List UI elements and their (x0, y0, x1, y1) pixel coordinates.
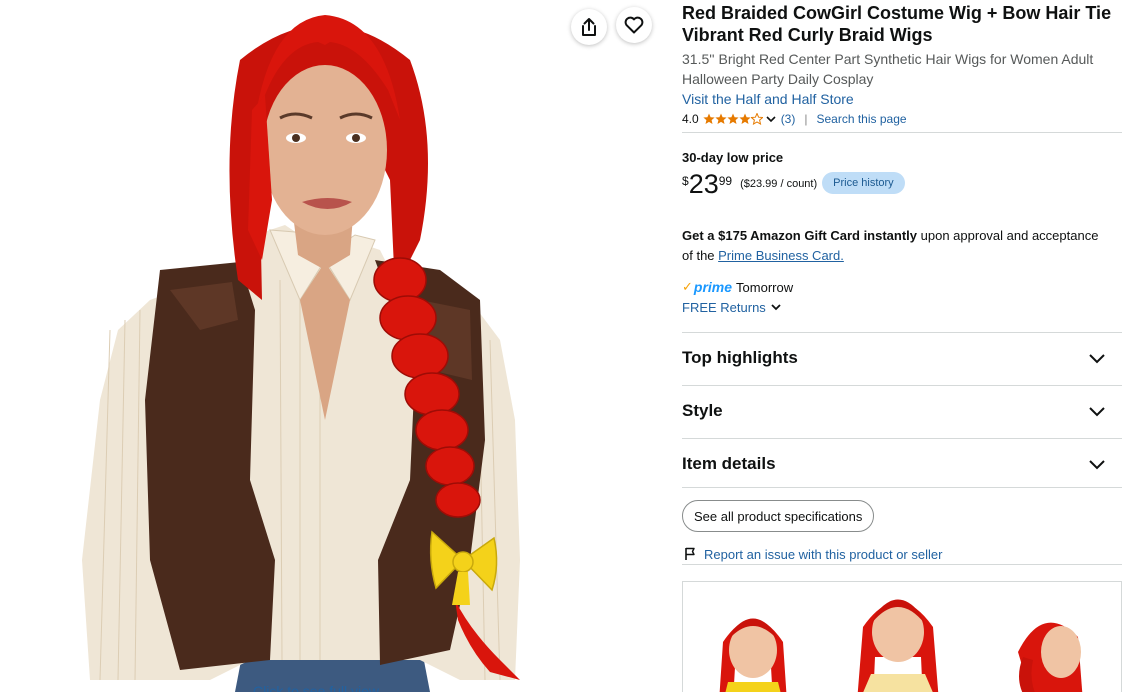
divider (682, 564, 1122, 565)
prime-delivery-row: ✓ prime Tomorrow (682, 278, 793, 296)
product-subtitle: 31.5'' Bright Red Center Part Synthetic … (682, 51, 1094, 87)
divider (682, 487, 1122, 488)
accordion-top-highlights[interactable]: Top highlights (682, 332, 1122, 384)
rating-stars[interactable] (703, 113, 777, 125)
sponsored-ad-image[interactable] (682, 581, 1122, 692)
prime-business-card-link[interactable]: Prime Business Card. (718, 248, 844, 263)
price-history-button[interactable]: Price history (822, 172, 905, 194)
add-to-wishlist-button[interactable] (616, 7, 652, 43)
accordion-title: Top highlights (682, 348, 798, 367)
chevron-down-icon (1089, 460, 1105, 470)
star-empty-icon (750, 113, 763, 125)
prime-logo: prime (693, 279, 733, 295)
divider (682, 132, 1122, 133)
price-currency: $ (682, 174, 689, 188)
price-whole: 23 (688, 169, 719, 199)
delivery-day: Tomorrow (736, 279, 794, 295)
accordion-item-details[interactable]: Item details (682, 438, 1122, 490)
price-row: $ 23 99 ($23.99 / count) Price history (682, 168, 905, 200)
star-full-icon (739, 113, 751, 124)
rating-count-link[interactable]: (3) (781, 112, 796, 126)
price-fraction: 99 (718, 174, 733, 188)
accordion-title: Item details (682, 454, 776, 473)
share-icon (582, 18, 596, 36)
accordion-style[interactable]: Style (682, 385, 1122, 437)
gift-card-offer-bold: Get a $175 Amazon Gift Card instantly (682, 228, 918, 243)
ad-image-kids-wigs (719, 599, 1083, 692)
product-title: Red Braided CowGirl Costume Wig + Bow Ha… (682, 3, 1112, 45)
unit-price: ($23.99 / count) (740, 178, 818, 190)
see-all-specifications-button[interactable]: See all product specifications (682, 500, 875, 532)
share-button[interactable] (571, 9, 607, 45)
flag-icon (685, 547, 695, 560)
heart-icon (624, 16, 644, 34)
chevron-down-icon (771, 304, 781, 311)
product-info-pane: Red Braided CowGirl Costume Wig + Bow Ha… (682, 0, 1122, 692)
store-link[interactable]: Visit the Half and Half Store (682, 89, 854, 109)
see-full-view-link[interactable]: Click to see full view (253, 683, 379, 692)
product-hero-image[interactable] (0, 0, 670, 692)
report-issue-link[interactable]: Report an issue with this product or sel… (684, 545, 942, 563)
gift-card-offer: Get a $175 Amazon Gift Card instantly up… (682, 226, 1102, 266)
star-full-icon (703, 113, 715, 124)
chevron-down-icon (766, 116, 776, 123)
search-page-link[interactable]: Search this page (816, 112, 906, 126)
chevron-down-icon (1089, 354, 1105, 364)
accordion-title: Style (682, 401, 723, 420)
rating-row: 4.0 (3) | Search this page (682, 111, 907, 127)
free-returns-label: FREE Returns (682, 299, 766, 315)
free-returns-link[interactable]: FREE Returns (682, 297, 782, 317)
product-image-pane: Click to see full view (0, 0, 670, 692)
report-issue-label: Report an issue with this product or sel… (704, 546, 943, 562)
chevron-down-icon (1089, 407, 1105, 417)
low-price-badge: 30-day low price (682, 150, 784, 165)
star-full-icon (715, 113, 727, 124)
separator: | (804, 112, 808, 126)
prime-check-icon: ✓ (682, 279, 693, 294)
star-full-icon (727, 113, 739, 124)
rating-value: 4.0 (682, 112, 699, 126)
